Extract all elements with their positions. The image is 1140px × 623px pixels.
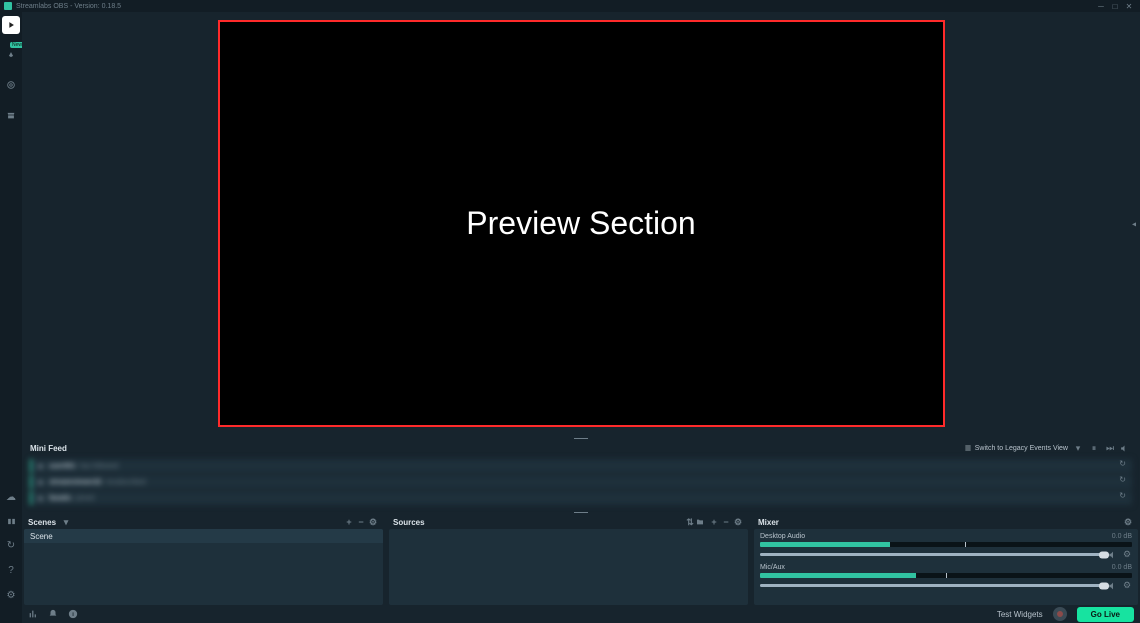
mixer-title: Mixer: [758, 518, 779, 527]
collapse-right-button[interactable]: ◂: [1128, 215, 1140, 232]
feed-item[interactable]: streamviewer22 resubscribed: [30, 475, 1132, 489]
record-button[interactable]: [1053, 607, 1067, 621]
status-dot-icon: [38, 464, 43, 469]
sources-panel: Sources ⇅ + − ⚙: [387, 515, 750, 605]
add-source-button[interactable]: +: [708, 517, 720, 527]
switch-legacy-link[interactable]: Switch to Legacy Events View: [964, 444, 1068, 452]
record-dot-icon: [1057, 611, 1063, 617]
test-widgets-button[interactable]: Test Widgets: [997, 610, 1043, 619]
remove-source-button[interactable]: −: [720, 517, 732, 527]
go-live-button[interactable]: Go Live: [1077, 607, 1134, 622]
chevron-down-icon[interactable]: ▾: [60, 517, 72, 528]
minimize-button[interactable]: ─: [1094, 2, 1108, 11]
refresh-icon[interactable]: ↻: [7, 540, 15, 551]
app-logo-icon: [4, 2, 12, 10]
store-icon: [6, 110, 16, 120]
status-dot-icon: [38, 480, 43, 485]
track-name: Mic/Aux: [760, 564, 785, 571]
source-properties-button[interactable]: ⚙: [732, 517, 744, 528]
scene-item[interactable]: Scene: [24, 529, 383, 543]
source-folder-button[interactable]: [696, 518, 708, 526]
feed-item[interactable]: fanatic joined: [30, 491, 1132, 505]
help-icon[interactable]: ?: [8, 565, 14, 576]
pause-icon[interactable]: ⏸: [1088, 443, 1100, 454]
sidebar-tab-editor[interactable]: [2, 16, 20, 34]
refresh-icon[interactable]: ↻: [1119, 459, 1126, 468]
mixer-track: Mic/Aux 0.0 dB: [760, 564, 1132, 591]
filter-icon[interactable]: ▾: [1072, 443, 1084, 454]
magic-icon: [6, 50, 16, 60]
target-icon: [6, 80, 16, 90]
remove-scene-button[interactable]: −: [355, 517, 367, 527]
close-button[interactable]: ✕: [1122, 2, 1136, 11]
mute-icon[interactable]: [1120, 444, 1132, 453]
minifeed-body: user001 has followed streamviewer22 resu…: [22, 455, 1140, 509]
app-title: Streamlabs OBS - Version: 0.18.5: [16, 3, 121, 10]
scenes-panel: Scenes ▾ + − ⚙ Scene: [22, 515, 385, 605]
skip-icon[interactable]: ⏭: [1104, 443, 1116, 454]
settings-icon[interactable]: ⚙: [7, 590, 16, 601]
volume-slider[interactable]: [760, 584, 1104, 587]
sidebar-bottom: ☁ ↻ ? ⚙: [0, 430, 22, 605]
editor-icon: [6, 20, 16, 30]
notifications-icon[interactable]: [48, 609, 58, 619]
footer-bar: i Test Widgets Go Live: [22, 605, 1140, 623]
audio-meter: [760, 542, 1132, 547]
preview-area: Preview Section ◂: [22, 12, 1140, 435]
mixer-settings-button[interactable]: ⚙: [1122, 517, 1134, 528]
sources-title: Sources: [393, 518, 425, 527]
sidebar-tab-dashboard[interactable]: [2, 76, 20, 94]
audio-meter: [760, 573, 1132, 578]
refresh-icon[interactable]: ↻: [1119, 475, 1126, 484]
mixer-track: Desktop Audio 0.0 dB: [760, 533, 1132, 560]
track-name: Desktop Audio: [760, 533, 805, 540]
source-transition-button[interactable]: ⇅: [684, 517, 696, 528]
sidebar-tab-themes[interactable]: New: [2, 46, 20, 64]
volume-slider[interactable]: [760, 553, 1104, 556]
preview-canvas[interactable]: Preview Section: [218, 20, 945, 427]
track-settings-icon[interactable]: ⚙: [1122, 580, 1132, 591]
add-scene-button[interactable]: +: [343, 517, 355, 527]
maximize-button[interactable]: □: [1108, 2, 1122, 11]
refresh-icon[interactable]: ↻: [1119, 491, 1126, 500]
info-icon[interactable]: i: [68, 609, 78, 619]
track-db: 0.0 dB: [1112, 564, 1132, 571]
stats-icon[interactable]: [28, 609, 38, 619]
sidebar-tab-store[interactable]: [2, 106, 20, 124]
scene-settings-button[interactable]: ⚙: [367, 517, 379, 528]
scenes-title: Scenes: [28, 518, 56, 527]
speaker-icon[interactable]: [1108, 550, 1118, 560]
minifeed-title: Mini Feed: [30, 444, 67, 453]
mixer-panel: Mixer ⚙ Desktop Audio 0.0 dB: [752, 515, 1140, 605]
preview-label: Preview Section: [466, 205, 695, 242]
track-db: 0.0 dB: [1112, 533, 1132, 540]
list-icon: [964, 444, 972, 452]
minifeed-header: Mini Feed Switch to Legacy Events View ▾…: [22, 441, 1140, 455]
track-settings-icon[interactable]: ⚙: [1122, 549, 1132, 560]
speaker-icon[interactable]: [1108, 581, 1118, 591]
status-dot-icon: [38, 496, 43, 501]
feed-item[interactable]: user001 has followed: [30, 459, 1132, 473]
studio-mode-icon[interactable]: [7, 517, 16, 526]
titlebar: Streamlabs OBS - Version: 0.18.5 ─ □ ✕: [0, 0, 1140, 12]
cloud-icon[interactable]: ☁: [6, 492, 16, 503]
